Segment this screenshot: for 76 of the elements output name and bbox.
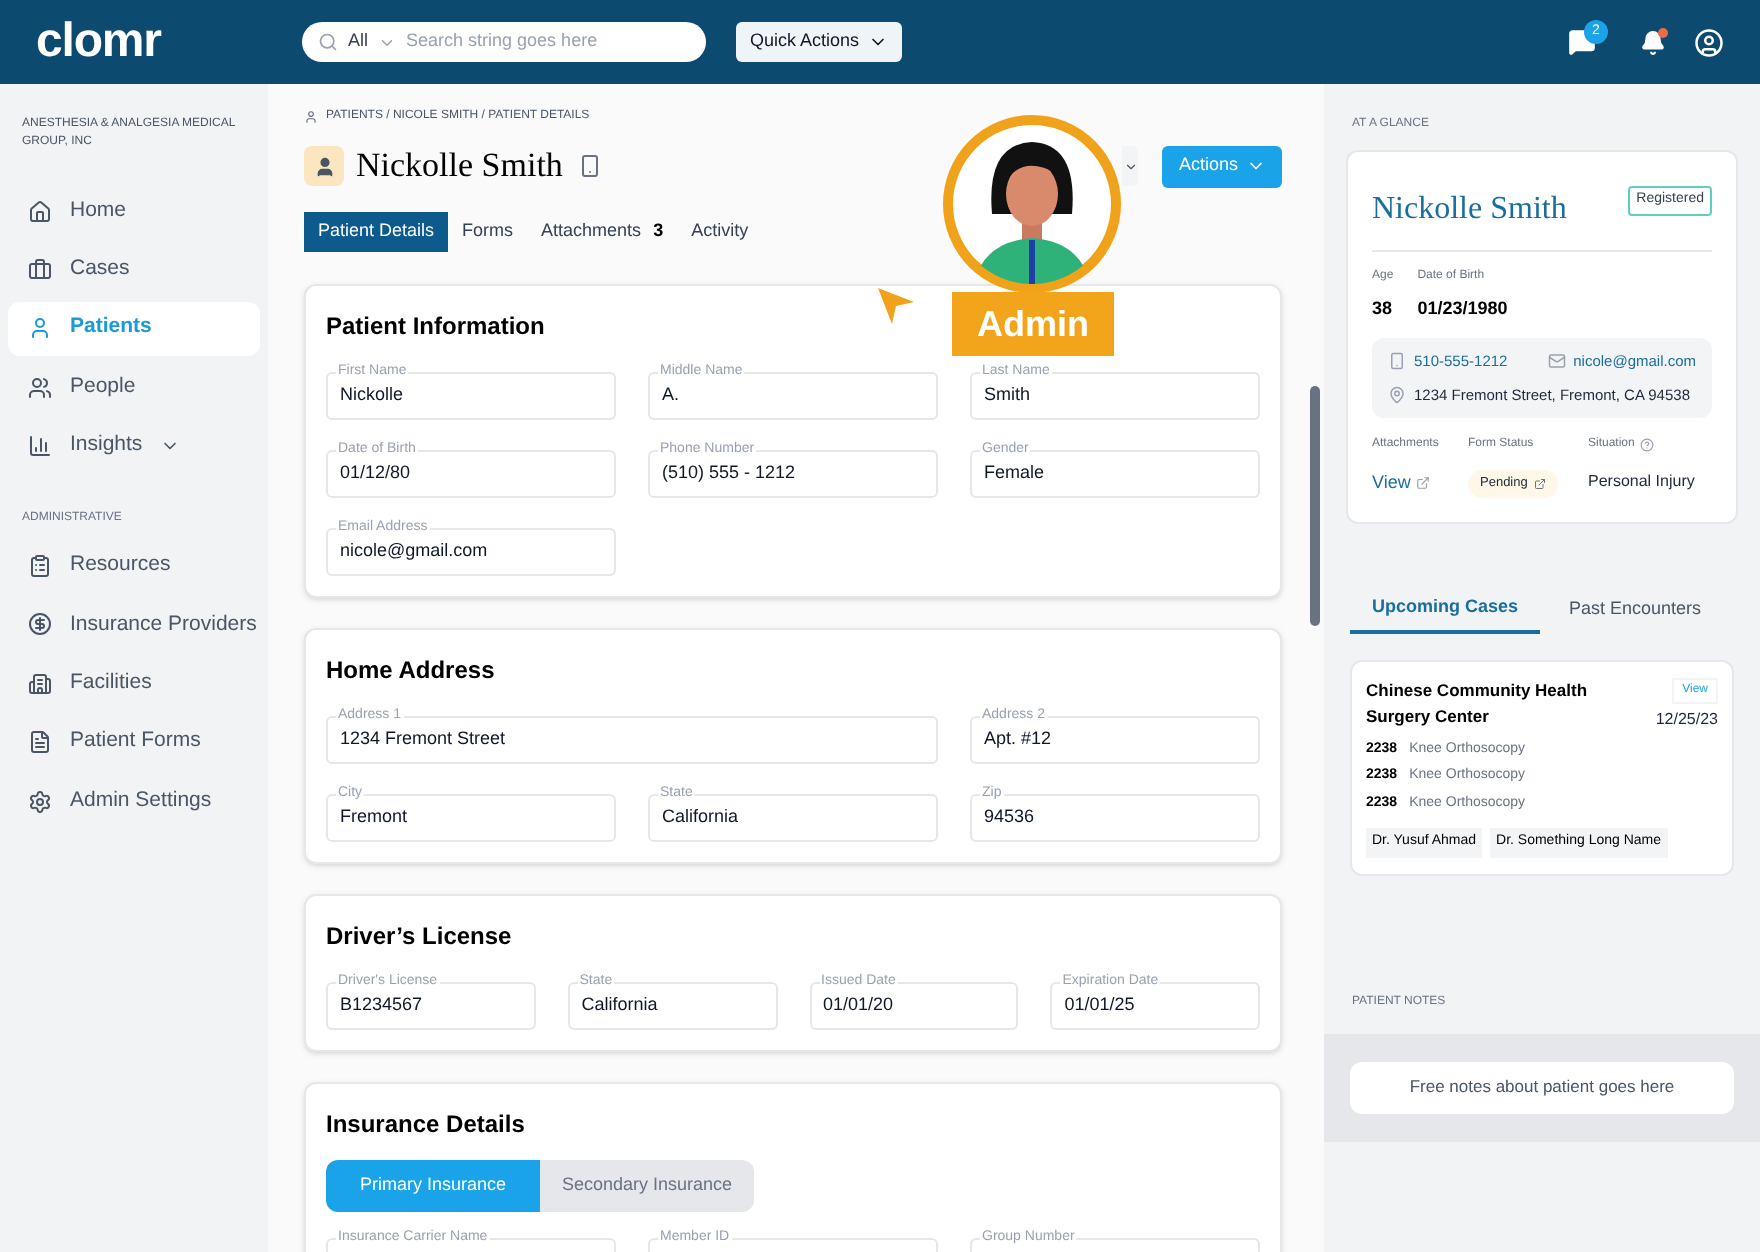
sidebar-item[interactable]: Patient Forms [8,715,260,770]
sidebar-item[interactable]: People [8,360,260,415]
field-value: B1234567 [340,992,423,1019]
field-value: A. [662,382,680,409]
field-value: California [581,992,658,1019]
insurance-tab[interactable]: Secondary Insurance [540,1160,754,1212]
user-icon [28,316,52,341]
external-link-icon [1533,477,1546,490]
sidebar-item[interactable]: Admin Settings [8,774,260,829]
sidebar-item[interactable]: Cases [8,242,260,297]
settings-icon [28,789,52,814]
field-value: 01/12/80 [340,460,411,487]
tab[interactable]: Patient Details [304,212,449,252]
search-icon [318,32,338,52]
field-value: nicole@gmail.com [340,538,488,565]
field-value: Smith [984,382,1031,409]
field-value: (510) 555 - 1212 [662,460,796,487]
field-value: Apt. #12 [984,726,1052,753]
section-title: Home Address [326,654,495,688]
dollar-icon [28,612,52,637]
case-tab[interactable]: Past Encounters [1540,585,1730,634]
sidebar-item[interactable]: Home [8,184,260,238]
search-placeholder: Search string goes here [406,28,600,55]
field-value: Nickolle [340,382,404,409]
tab[interactable]: Attachments 3 [527,212,678,252]
view-link[interactable]: View [1372,470,1411,498]
birth-date-value: 01/23/1980 [1417,296,1508,322]
home-icon [28,199,52,223]
sidebar-item[interactable]: Insights [8,419,260,474]
user-icon [304,110,318,124]
section-title: Driver’s License [326,920,512,954]
field-value: 94536 [984,804,1035,831]
people-icon [28,375,52,400]
logo[interactable]: clomr [36,6,302,78]
situation-value: Personal Injury [1588,470,1697,494]
age-value: 38 [1372,296,1394,322]
phone-icon[interactable] [578,154,603,178]
cursor-icon [876,286,916,326]
tab[interactable]: Forms [448,212,528,252]
chart-icon [28,434,52,459]
field-value: Female [984,460,1045,487]
location-icon [1388,385,1406,404]
facility-name: Chinese Community Health Surgery Center [1366,677,1590,730]
scope-label: All [348,28,369,55]
tab[interactable]: Activity [677,212,763,252]
notes-field[interactable]: Free notes about patient goes here [1350,1061,1734,1114]
mail-icon [1547,351,1566,370]
field-value: California [662,804,739,831]
field-value: Fremont [340,804,408,831]
patient-name: Nickolle Smith [1372,190,1567,230]
patient-name: Nickolle Smith [356,144,563,189]
role-badge: Admin [952,292,1114,356]
case-date: 12/25/23 [1655,707,1718,732]
chevron-icon [1123,159,1138,173]
sidebar-item[interactable]: Resources [8,539,260,594]
quick-actions-button[interactable]: Quick Actions [736,22,902,62]
field-value: 01/01/20 [823,992,894,1019]
user-account-icon[interactable] [1694,27,1724,57]
help-icon[interactable] [1640,438,1655,452]
sidebar-item[interactable]: Insurance Providers [8,597,260,652]
field-value: 01/01/25 [1064,992,1135,1019]
patient-avatar-icon [304,146,344,186]
phone-icon [1388,351,1406,370]
field-value: 1234 Fremont Street [340,726,506,753]
briefcase-icon [28,257,52,282]
bell-icon[interactable] [1640,29,1666,55]
sidebar-item[interactable]: Facilities [8,656,260,711]
section-title: Patient Information [326,310,545,344]
clipboard-icon [28,554,52,579]
external-link-icon [1416,476,1431,491]
search-field[interactable]: All Search string goes here [302,22,706,62]
notes-placeholder: Free notes about patient goes here [1409,1074,1675,1101]
building-icon [28,671,52,696]
case-tab[interactable]: Upcoming Cases [1350,585,1540,634]
document-icon [28,730,52,755]
section-title: Insurance Details [326,1108,525,1142]
